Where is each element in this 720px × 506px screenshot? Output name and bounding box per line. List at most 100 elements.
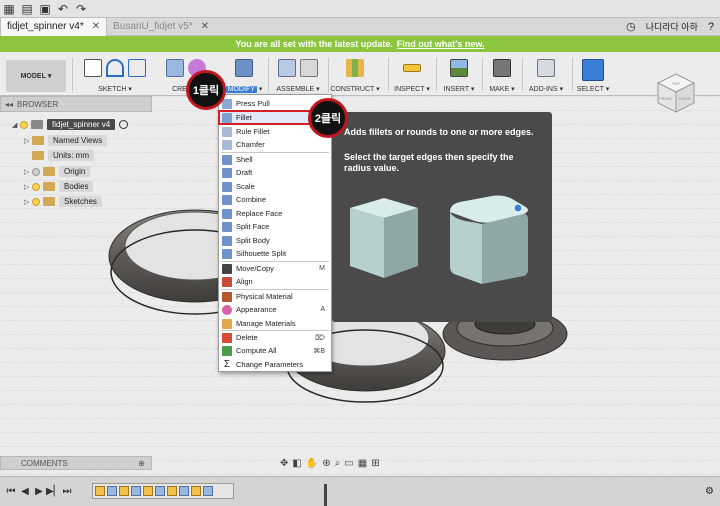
construct-menu[interactable]: CONSTRUCT ▾ bbox=[330, 52, 380, 96]
expand-icon[interactable]: ▷ bbox=[24, 198, 32, 206]
timeline-feature[interactable] bbox=[131, 486, 141, 496]
expand-icon[interactable]: ▷ bbox=[24, 168, 32, 176]
visibility-bulb-icon[interactable] bbox=[32, 167, 40, 176]
box-icon[interactable] bbox=[166, 59, 184, 77]
clock-icon[interactable]: ◷ bbox=[626, 20, 636, 33]
scripts-icon[interactable] bbox=[537, 59, 555, 77]
make-menu[interactable]: MAKE ▾ bbox=[484, 52, 520, 96]
skip-to-start-icon[interactable]: ⏮ bbox=[4, 486, 18, 497]
visibility-bulb-icon[interactable] bbox=[32, 197, 40, 206]
menu-item-draft[interactable]: Draft bbox=[219, 166, 331, 179]
help-icon[interactable]: ? bbox=[708, 21, 714, 33]
grid-menu-icon[interactable]: ▦ bbox=[0, 0, 18, 18]
grid-settings-icon[interactable]: ▦ bbox=[358, 458, 367, 469]
menu-item-scale[interactable]: Scale bbox=[219, 180, 331, 193]
fit-icon[interactable]: ⌕ bbox=[335, 458, 341, 469]
modify-label[interactable]: MODIFY bbox=[225, 86, 257, 93]
orbit-icon[interactable]: ✥ bbox=[280, 458, 288, 469]
joint-icon[interactable] bbox=[300, 59, 318, 77]
timeline-feature[interactable] bbox=[191, 486, 201, 496]
timeline-feature[interactable] bbox=[95, 486, 105, 496]
radio-icon[interactable] bbox=[119, 120, 129, 129]
assemble-menu[interactable]: ASSEMBLE ▾ bbox=[270, 52, 326, 96]
step-back-icon[interactable]: ◀ bbox=[18, 486, 32, 497]
close-icon[interactable]: ✕ bbox=[201, 21, 209, 32]
timeline-feature[interactable] bbox=[203, 486, 213, 496]
menu-item-silhouette-split[interactable]: Silhouette Split bbox=[219, 247, 331, 260]
menu-item-split-face[interactable]: Split Face bbox=[219, 220, 331, 233]
sketch-menu[interactable]: SKETCH ▾ bbox=[74, 52, 156, 96]
save-icon[interactable]: ▣ bbox=[36, 0, 54, 18]
menu-item-physical-material[interactable]: Physical Material bbox=[219, 290, 331, 303]
menu-item-shell[interactable]: Shell bbox=[219, 153, 331, 166]
insert-menu[interactable]: INSERT ▾ bbox=[438, 52, 480, 96]
visibility-bulb-icon[interactable] bbox=[20, 120, 28, 129]
browser-header[interactable]: ◂◂ BROWSER bbox=[0, 96, 152, 112]
redo-icon[interactable]: ↷ bbox=[72, 0, 90, 18]
viewports-icon[interactable]: ⊞ bbox=[371, 458, 379, 469]
menu-item-replace-face[interactable]: Replace Face bbox=[219, 207, 331, 220]
comments-panel[interactable]: COMMENTS ⊕ bbox=[0, 456, 152, 470]
menu-item-delete[interactable]: Delete ⌦ bbox=[219, 331, 331, 344]
new-component-icon[interactable] bbox=[278, 59, 296, 77]
insert-image-icon[interactable] bbox=[450, 59, 468, 77]
pan-icon[interactable]: ✋ bbox=[306, 458, 318, 469]
whats-new-link[interactable]: Find out what's new. bbox=[397, 39, 485, 49]
expand-icon[interactable]: ▷ bbox=[24, 183, 32, 191]
browser-item-sketches[interactable]: ▷ Sketches bbox=[24, 195, 102, 208]
menu-item-change-parameters[interactable]: Σ Change Parameters bbox=[219, 358, 331, 371]
rectangle-icon[interactable] bbox=[128, 59, 146, 77]
browser-item-named-views[interactable]: ▷ Named Views bbox=[24, 134, 108, 147]
look-at-icon[interactable]: ◧ bbox=[292, 458, 301, 469]
modify-menu[interactable]: MODIFY ▾ bbox=[222, 52, 266, 96]
timeline-feature[interactable] bbox=[107, 486, 117, 496]
arc-icon[interactable] bbox=[106, 59, 124, 77]
timeline-settings-icon[interactable]: ⚙ bbox=[705, 486, 714, 497]
workspace-switcher[interactable]: MODEL ▾ bbox=[6, 60, 66, 92]
collapse-icon[interactable]: ◂◂ bbox=[5, 100, 13, 109]
play-icon[interactable]: ▶ bbox=[32, 486, 46, 497]
expand-icon[interactable]: ◢ bbox=[12, 121, 20, 129]
menu-item-manage-materials[interactable]: Manage Materials bbox=[219, 317, 331, 330]
timeline-track[interactable] bbox=[92, 483, 327, 506]
menu-item-split-body[interactable]: Split Body bbox=[219, 234, 331, 247]
menu-item-chamfer[interactable]: Chamfer bbox=[219, 138, 331, 151]
close-icon[interactable]: ✕ bbox=[92, 21, 100, 32]
add-comment-icon[interactable]: ⊕ bbox=[138, 459, 145, 468]
add-ins-menu[interactable]: ADD-INS ▾ bbox=[524, 52, 568, 96]
skip-to-end-icon[interactable]: ⏭ bbox=[60, 486, 74, 497]
menu-item-move-copy[interactable]: Move/Copy M bbox=[219, 262, 331, 275]
tab-busanu-fidjet[interactable]: BusanU_fidjet v5* ✕ bbox=[107, 18, 215, 36]
inspect-menu[interactable]: INSPECT ▾ bbox=[390, 52, 434, 96]
browser-item-units[interactable]: Units: mm bbox=[32, 149, 94, 162]
sketch-create-icon[interactable] bbox=[84, 59, 102, 77]
menu-item-appearance[interactable]: Appearance A bbox=[219, 303, 331, 316]
press-pull-icon[interactable] bbox=[235, 59, 253, 77]
timeline-marker[interactable] bbox=[324, 484, 327, 506]
display-settings-icon[interactable]: ▭ bbox=[344, 458, 353, 469]
menu-item-combine[interactable]: Combine bbox=[219, 193, 331, 206]
browser-item-bodies[interactable]: ▷ Bodies bbox=[24, 180, 94, 193]
select-cursor-icon[interactable] bbox=[582, 59, 604, 81]
timeline-feature[interactable] bbox=[155, 486, 165, 496]
browser-item-origin[interactable]: ▷ Origin bbox=[24, 165, 91, 178]
tab-fidjet-spinner[interactable]: fidjet_spinner v4* ✕ bbox=[0, 17, 108, 36]
expand-icon[interactable]: ▷ bbox=[24, 137, 32, 145]
file-icon[interactable]: ▤ bbox=[18, 0, 36, 18]
menu-item-align[interactable]: Align bbox=[219, 275, 331, 288]
3d-print-icon[interactable] bbox=[493, 59, 511, 77]
timeline-feature[interactable] bbox=[167, 486, 177, 496]
user-name[interactable]: 나디라다 아하 bbox=[646, 20, 698, 33]
measure-icon[interactable] bbox=[403, 64, 421, 72]
timeline-feature[interactable] bbox=[119, 486, 129, 496]
browser-root[interactable]: ◢ fidjet_spinner v4 bbox=[12, 118, 129, 131]
visibility-bulb-icon[interactable] bbox=[32, 182, 40, 191]
offset-plane-icon[interactable] bbox=[346, 59, 364, 77]
step-forward-icon[interactable]: ▶▏ bbox=[46, 486, 61, 497]
view-cube[interactable]: TOP FRONT RIGHT bbox=[652, 70, 700, 118]
zoom-icon[interactable]: ⊕ bbox=[322, 458, 330, 469]
select-menu[interactable]: SELECT ▾ bbox=[574, 52, 612, 96]
timeline-feature[interactable] bbox=[179, 486, 189, 496]
menu-item-compute-all[interactable]: Compute All ⌘B bbox=[219, 344, 331, 357]
undo-icon[interactable]: ↶ bbox=[54, 0, 72, 18]
